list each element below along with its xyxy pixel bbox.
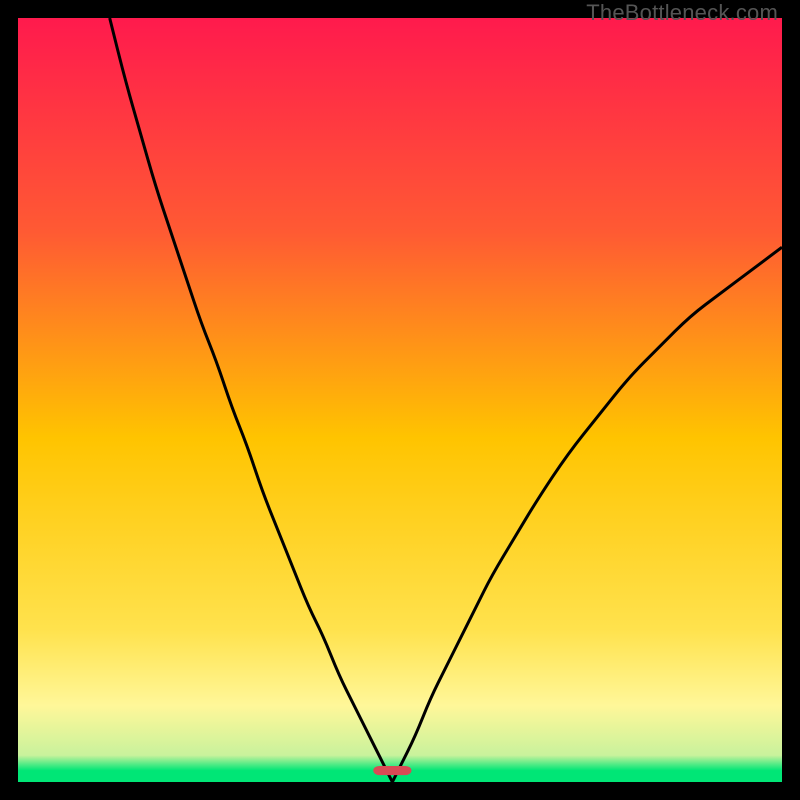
- watermark-text: TheBottleneck.com: [586, 0, 778, 26]
- chart-frame: [18, 18, 782, 782]
- bottleneck-chart: [18, 18, 782, 782]
- notch-marker: [373, 766, 411, 775]
- gradient-background: [18, 18, 782, 782]
